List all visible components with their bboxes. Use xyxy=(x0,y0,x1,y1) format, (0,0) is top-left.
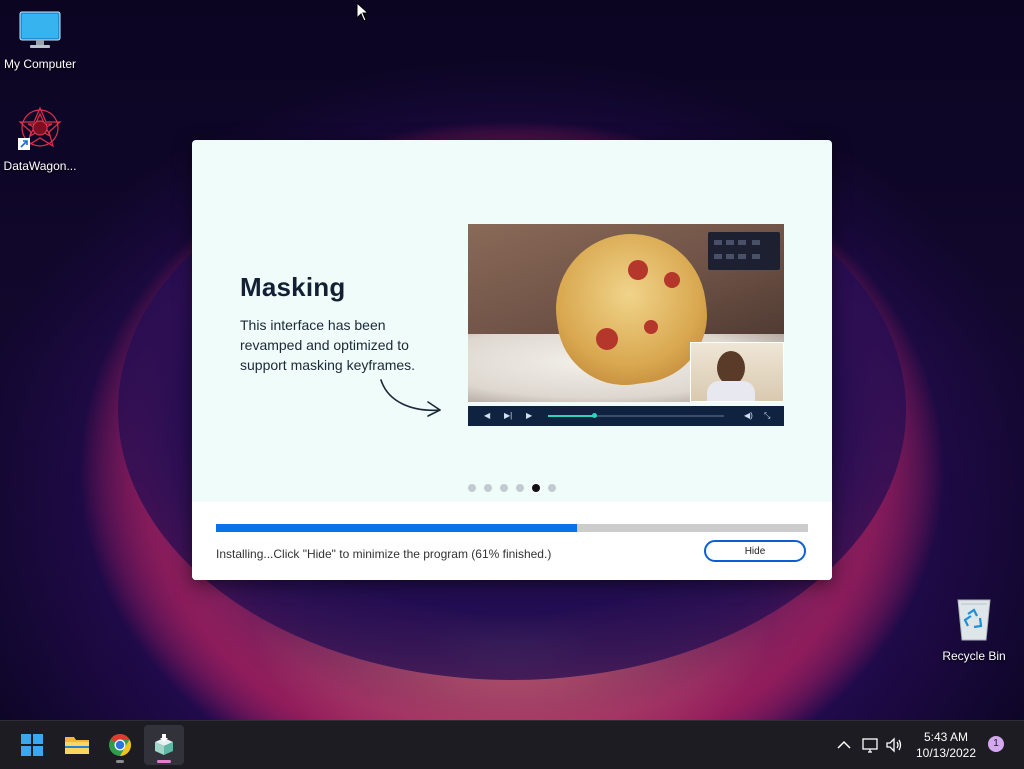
recycle-bin-icon xyxy=(957,599,991,641)
volume-icon[interactable] xyxy=(884,735,904,755)
installer-window: Masking This interface has been revamped… xyxy=(192,140,832,580)
desktop-icon-label: My Computer xyxy=(3,57,77,71)
progress-bar xyxy=(216,524,808,532)
desktop-icon-label: Recycle Bin xyxy=(942,649,1006,663)
desktop-icon-datawagon[interactable]: DataWagon... xyxy=(0,106,80,173)
slide-title: Masking xyxy=(240,272,346,302)
datawagon-app-icon xyxy=(18,106,62,150)
fullscreen-icon: ⤡ xyxy=(764,411,771,420)
running-indicator xyxy=(116,760,124,763)
desktop-icon-label: DataWagon... xyxy=(3,159,77,173)
slide-dot[interactable] xyxy=(484,484,492,492)
clock-time: 5:43 AM xyxy=(923,730,969,744)
start-button[interactable] xyxy=(12,725,52,765)
progress-bar-fill xyxy=(216,524,578,532)
volume-icon: ◀ xyxy=(484,411,491,420)
network-icon[interactable] xyxy=(860,735,880,755)
chevron-up-icon[interactable] xyxy=(834,735,854,755)
installer-footer: Installing...Click "Hide" to minimize th… xyxy=(192,502,832,580)
slide-dot[interactable] xyxy=(516,484,524,492)
play-icon: ▶ xyxy=(526,411,533,420)
clock-date: 10/13/2022 xyxy=(915,746,977,760)
install-status-text: Installing...Click "Hide" to minimize th… xyxy=(216,547,552,561)
system-clock[interactable]: 5:43 AM 10/13/2022 xyxy=(908,729,984,761)
windows-start-icon xyxy=(21,734,43,756)
curved-arrow-icon xyxy=(380,379,441,417)
taskbar-chrome[interactable] xyxy=(100,725,140,765)
monitor-icon xyxy=(19,11,61,48)
folder-icon xyxy=(65,737,89,754)
chrome-icon xyxy=(109,734,131,756)
hide-button[interactable]: Hide xyxy=(704,540,806,562)
taskbar: 5:43 AM 10/13/2022 xyxy=(0,720,1024,769)
slide-dot[interactable] xyxy=(548,484,556,492)
installer-icon xyxy=(155,734,173,755)
desktop-icon-my-computer[interactable]: My Computer xyxy=(0,10,80,71)
desktop-icon-recycle-bin[interactable]: Recycle Bin xyxy=(934,596,1014,663)
slide-dot[interactable] xyxy=(532,484,540,492)
mouse-cursor-icon xyxy=(356,2,370,22)
speaker-icon: ◀) xyxy=(744,411,753,420)
active-indicator xyxy=(157,760,171,763)
taskbar-file-explorer[interactable] xyxy=(56,725,96,765)
slide-description: This interface has been revamped and opt… xyxy=(240,317,416,373)
notification-badge[interactable]: 1 xyxy=(988,736,1004,752)
taskbar-installer[interactable] xyxy=(144,725,184,765)
feature-preview-image xyxy=(468,224,784,402)
slide-dot[interactable] xyxy=(500,484,508,492)
step-forward-icon: ▶| xyxy=(504,411,513,420)
slide-dot[interactable] xyxy=(468,484,476,492)
video-player-controls: ◀ ▶| ▶ ◀) ⤡ xyxy=(468,406,784,426)
